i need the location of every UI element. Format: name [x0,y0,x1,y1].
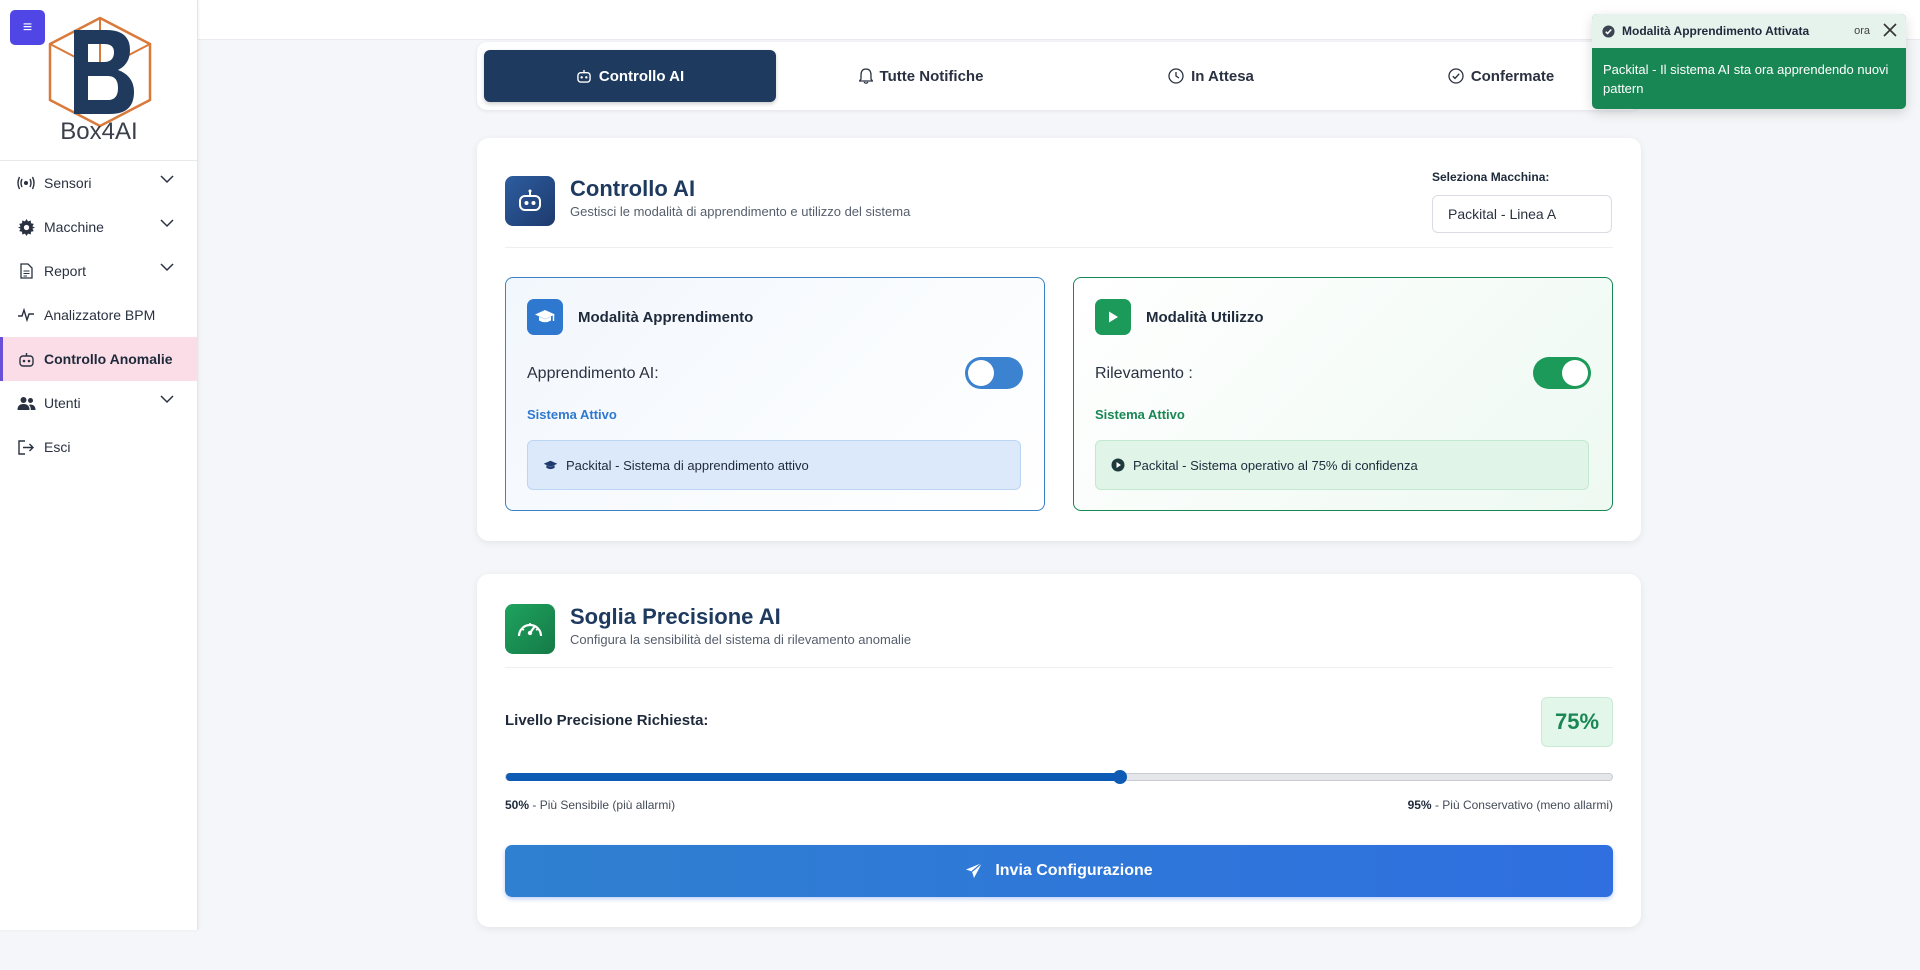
sidebar-item-esci[interactable]: Esci [0,425,198,469]
sidebar-item-sensori[interactable]: Sensori [0,161,198,205]
usage-toggle[interactable] [1533,357,1591,389]
toggle-knob [1562,360,1588,386]
graduation-cap-icon [543,460,558,469]
card-title: Controllo AI [570,176,696,201]
usage-info-text: Packital - Sistema operativo al 75% di c… [1133,457,1418,473]
chevron-down-icon [160,175,174,184]
soglia-precisione-card: Soglia Precisione AI Configura la sensib… [477,574,1641,927]
sidebar-item-label: Sensori [44,175,92,191]
broadcast-icon [16,173,36,193]
slider-fill [506,773,1121,781]
learning-status: Sistema Attivo [527,407,617,422]
gauge-icon [517,623,543,637]
toast-title: Modalità Apprendimento Attivata [1622,24,1810,38]
learning-info-box: Packital - Sistema di apprendimento atti… [527,440,1021,490]
toast-time: ora [1854,25,1870,37]
sidebar-item-analizzatore-bpm[interactable]: Analizzatore BPM [0,293,198,337]
sidebar-item-macchine[interactable]: Macchine [0,205,198,249]
clock-icon [1168,68,1184,84]
close-icon[interactable] [1882,22,1898,38]
controllo-ai-card: Controllo AI Gestisci le modalità di app… [477,138,1641,541]
usage-mode-panel: Modalità Utilizzo Rilevamento : Sistema … [1073,277,1613,511]
tab-label: Controllo AI [598,67,685,85]
slider-max-label: 95% - Più Conservativo (meno allarmi) [1408,798,1613,812]
usage-status: Sistema Attivo [1095,407,1185,422]
sidebar-item-label: Macchine [44,219,104,235]
chevron-down-icon [160,395,174,404]
hamburger-icon: ≡ [22,18,33,36]
gear-icon [16,217,36,237]
slider-min-desc: - Più Sensibile (più allarmi) [529,798,676,812]
sidebar-item-label: Esci [44,439,71,455]
machine-select[interactable]: Packital - Linea A [1432,195,1612,233]
slider-max-desc: - Più Conservativo (meno allarmi) [1431,798,1613,812]
tab-in-attesa[interactable]: In Attesa [1066,50,1356,102]
learning-mode-title: Modalità Apprendimento [578,309,754,326]
card-title: Soglia Precisione AI [570,604,781,629]
bell-icon [858,68,873,84]
machine-select-label: Seleziona Macchina: [1432,170,1550,184]
graduation-cap-icon [527,299,563,335]
precision-level-label: Livello Precisione Richiesta: [505,712,709,729]
tab-bar: Controllo AI Tutte Notifiche In Attesa C… [477,42,1641,110]
learning-info-text: Packital - Sistema di apprendimento atti… [566,457,809,473]
learning-mode-panel: Modalità Apprendimento Apprendimento AI:… [505,277,1045,511]
precision-slider[interactable] [505,770,1613,784]
document-icon [16,261,36,281]
slider-min-label: 50% - Più Sensibile (più allarmi) [505,798,675,812]
sidebar-item-controllo-anomalie[interactable]: Controllo Anomalie [0,337,198,381]
card-header-icon [505,176,555,226]
sidebar-item-label: Report [44,263,87,279]
check-circle-icon [1448,68,1464,84]
play-circle-icon [1111,458,1125,472]
paper-plane-icon [966,862,983,878]
sidebar: Box4AI Sensori Macchine Report Analizzat… [0,0,198,930]
robot-icon [577,69,591,83]
logout-icon [16,437,36,457]
tab-tutte-notifiche[interactable]: Tutte Notifiche [776,50,1066,102]
toast-message: Packital - Il sistema AI sta ora apprend… [1603,62,1889,96]
submit-label: Invia Configurazione [995,862,1153,879]
menu-toggle-button[interactable]: ≡ [10,10,45,45]
pulse-icon [16,305,36,325]
usage-mode-title: Modalità Utilizzo [1146,309,1264,326]
toast-notification: Modalità Apprendimento Attivata ora Pack… [1592,14,1906,109]
card-header-icon [505,604,555,654]
tab-controllo-ai[interactable]: Controllo AI [484,50,776,102]
usage-info-box: Packital - Sistema operativo al 75% di c… [1095,440,1589,490]
submit-configuration-button[interactable]: Invia Configurazione [505,845,1613,897]
chevron-down-icon [160,263,174,272]
check-circle-icon [1602,24,1615,38]
sidebar-item-report[interactable]: Report [0,249,198,293]
precision-value-badge: 75% [1541,697,1613,747]
sidebar-item-label: Utenti [44,395,81,411]
sidebar-item-label: Controllo Anomalie [44,351,173,367]
card-subtitle: Gestisci le modalità di apprendimento e … [570,204,911,219]
usage-toggle-label: Rilevamento : [1095,365,1193,382]
tab-label: Confermate [1470,67,1555,85]
sidebar-nav: Sensori Macchine Report Analizzatore BPM [0,160,198,469]
tab-label: In Attesa [1191,67,1254,85]
slider-min-value: 50% [505,798,530,812]
card-divider [505,247,1613,248]
slider-thumb[interactable] [1113,770,1128,784]
slider-max-value: 95% [1407,798,1432,812]
logo-text: Box4AI [60,118,138,145]
learning-toggle-label: Apprendimento AI: [527,365,659,382]
tab-label: Tutte Notifiche [879,67,984,85]
toggle-knob [968,360,994,386]
card-subtitle: Configura la sensibilità del sistema di … [570,632,912,647]
sidebar-item-utenti[interactable]: Utenti [0,381,198,425]
users-icon [16,393,36,413]
robot-icon [16,349,36,369]
chevron-down-icon [160,219,174,228]
robot-icon [519,189,541,211]
sidebar-item-label: Analizzatore BPM [44,307,156,323]
card-divider [505,667,1613,668]
toast-header: Modalità Apprendimento Attivata ora [1592,14,1906,48]
learning-toggle[interactable] [965,357,1023,389]
play-icon [1095,299,1131,335]
